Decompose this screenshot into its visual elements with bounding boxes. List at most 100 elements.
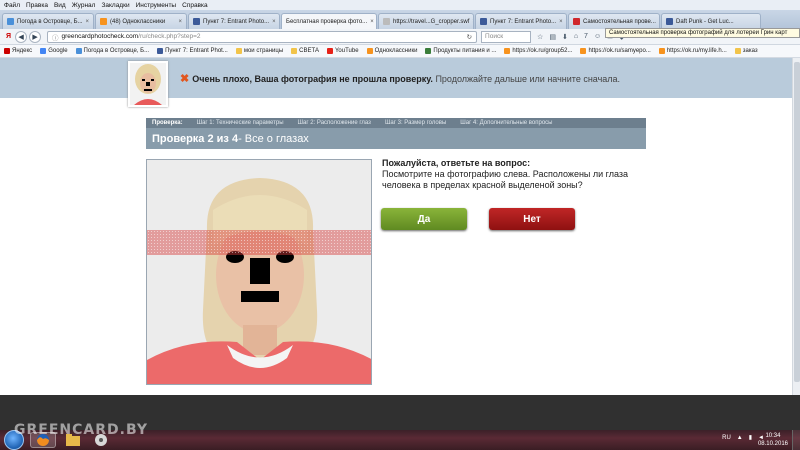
bookmark-item[interactable]: https://ok.ru/my.life.h... — [658, 48, 727, 54]
address-bar[interactable]: ⓘ greencardphotocheck.com /ru/check.php?… — [47, 30, 478, 43]
bookmark-item[interactable]: Яндекс — [4, 48, 32, 54]
bookmark-label: https://ok.ru/samyepo... — [588, 48, 651, 54]
menu-tools[interactable]: Инструменты — [136, 2, 177, 9]
browser-tab[interactable]: https://travel...G_cropper.swf× — [378, 13, 474, 29]
question-text: Посмотрите на фотографию слева. Располож… — [382, 169, 629, 190]
bookmark-label: https://ok.ru/my.life.h... — [666, 48, 727, 54]
ok-icon — [580, 48, 587, 54]
bookmark-item[interactable]: https://ok.ru/group52... — [504, 48, 572, 54]
tab-label: https://travel...G_cropper.swf — [393, 18, 470, 25]
site-watermark: GREENCARD.BY — [14, 422, 148, 438]
bookmark-item[interactable]: Одноклассники — [366, 48, 417, 54]
steps-label: Проверка: — [152, 120, 183, 126]
no-button[interactable]: Нет — [489, 208, 575, 230]
close-icon[interactable]: × — [175, 19, 182, 25]
banner-hint-text: Продолжайте дальше или начните сначала. — [435, 74, 621, 84]
banner-error-text: Очень плохо, Ваша фотография не прошла п… — [192, 74, 433, 84]
clock-time: 10:34 — [765, 433, 781, 439]
step-title-bold: Проверка 2 из 4 — [152, 132, 239, 145]
question-heading: Пожалуйста, ответьте на вопрос: — [382, 158, 531, 168]
ok-icon — [658, 48, 665, 54]
menu-file[interactable]: Файл — [4, 2, 20, 9]
url-host: greencardphotocheck.com — [61, 33, 139, 40]
home-icon[interactable]: ⌂ — [574, 33, 578, 40]
tab-label: Самостоятельная прове... — [583, 18, 656, 25]
banner-thumbnail-photo — [128, 61, 168, 107]
browser-tab[interactable]: Самостоятельная прове...× — [568, 13, 660, 29]
weather-icon — [75, 48, 82, 54]
close-icon[interactable]: × — [269, 19, 276, 25]
portrait-thumbnail-icon — [130, 63, 166, 105]
bookmark-item[interactable]: Google — [40, 48, 68, 54]
language-indicator[interactable]: RU — [722, 435, 731, 441]
star-icon[interactable]: ☆ — [537, 33, 543, 41]
bookmark-item[interactable]: мои страницы — [235, 48, 284, 54]
menu-view[interactable]: Вид — [54, 2, 66, 9]
menu-edit[interactable]: Правка — [26, 2, 48, 9]
bookmark-item[interactable]: https://ok.ru/samyepo... — [580, 48, 651, 54]
menu-bookmarks[interactable]: Закладки — [101, 2, 129, 9]
show-desktop-button[interactable] — [792, 430, 800, 450]
step-4: Шаг 4: Дополнительные вопросы — [460, 120, 553, 126]
bookmark-item[interactable]: заказ — [734, 48, 758, 54]
bookmark-item[interactable]: Погода в Островце, Б... — [75, 48, 149, 54]
folder-icon — [235, 48, 242, 54]
bookmark-label: мои страницы — [243, 48, 284, 54]
bookmark-label: https://ok.ru/group52... — [512, 48, 573, 54]
bookmark-label: Пункт 7: Entrant Phot... — [165, 48, 228, 54]
browser-tab[interactable]: Пункт 7: Entrant Photo... × — [188, 13, 280, 29]
bookmark-item[interactable]: Пункт 7: Entrant Phot... — [157, 48, 228, 54]
ok-icon — [504, 48, 511, 54]
checked-photo — [146, 159, 372, 385]
close-icon[interactable]: × — [367, 19, 374, 25]
back-button[interactable]: ◀ — [15, 30, 28, 43]
browser-tab[interactable]: Пункт 7: Entrant Photo... × — [475, 13, 567, 29]
tray-expand-icon[interactable]: ▲ — [737, 435, 743, 441]
scrollbar-thumb[interactable] — [794, 62, 800, 382]
reload-icon[interactable]: ↻ — [467, 33, 476, 41]
search-input[interactable]: Поиск — [481, 30, 532, 43]
bookmark-label: СВЕТА — [299, 48, 319, 54]
network-icon[interactable]: ▮ — [749, 434, 752, 441]
ok-icon — [366, 48, 373, 54]
step-3: Шаг 3: Размер головы — [384, 120, 447, 126]
browser-tab[interactable]: (48) Одноклассники × — [95, 13, 187, 29]
step-2: Шаг 2: Расположение глаз — [297, 120, 371, 126]
bookmarks-icon[interactable]: ▤ — [549, 33, 556, 41]
notification-counter[interactable]: 7 — [584, 33, 588, 40]
browser-tab-active[interactable]: Бесплатная проверка фото... × — [281, 13, 377, 29]
folder-icon — [734, 48, 741, 54]
tab-tooltip: Самостоятельная проверка фотографий для … — [605, 28, 800, 38]
forward-button[interactable]: ▶ — [29, 30, 42, 43]
vertical-scrollbar[interactable] — [792, 58, 800, 395]
menu-bar: Файл Правка Вид Журнал Закладки Инструме… — [0, 0, 800, 10]
page-content: ✖ Очень плохо, Ваша фотография не прошла … — [0, 58, 800, 395]
url-path: /ru/check.php?step=2 — [138, 33, 201, 40]
flag-icon — [157, 48, 164, 54]
menu-history[interactable]: Журнал — [72, 2, 96, 9]
yandex-logo: Я — [6, 33, 12, 40]
bookmark-item[interactable]: СВЕТА — [291, 48, 319, 54]
step-1: Шаг 1: Технические параметры — [196, 120, 284, 126]
system-clock[interactable]: 10:34 08.10.2016 — [758, 432, 788, 448]
bookmark-item[interactable]: Продукты питания и ... — [425, 48, 496, 54]
close-icon[interactable]: × — [656, 19, 660, 25]
close-icon[interactable]: × — [469, 19, 473, 25]
step-title-rest: - Все о глазах — [238, 132, 309, 145]
browser-tab[interactable]: Погода в Островце, Б... × — [2, 13, 94, 29]
download-icon[interactable]: ⬇ — [562, 33, 568, 41]
tab-label: Погода в Островце, Б... — [17, 18, 83, 25]
browser-tab[interactable]: Daft Punk - Get Luc... — [661, 13, 761, 29]
fail-x-icon: ✖ — [180, 73, 190, 85]
close-icon[interactable]: × — [556, 19, 563, 25]
menu-help[interactable]: Справка — [182, 2, 208, 9]
yes-button[interactable]: Да — [381, 208, 467, 230]
bookmark-item[interactable]: YouTube — [326, 48, 359, 54]
tab-label: Пункт 7: Entrant Photo... — [203, 18, 270, 25]
youtube-icon — [326, 48, 333, 54]
bookmark-label: YouTube — [334, 48, 359, 54]
smiley-icon[interactable]: ☺ — [594, 33, 601, 40]
m-favicon-icon — [573, 18, 580, 25]
portrait-photo-icon — [147, 160, 371, 384]
close-icon[interactable]: × — [83, 19, 90, 25]
